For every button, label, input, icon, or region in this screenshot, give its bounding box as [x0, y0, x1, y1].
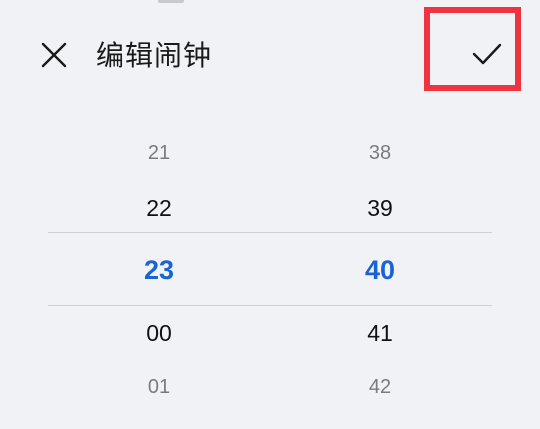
hour-option[interactable]: 22 — [99, 194, 219, 222]
hour-option-selected[interactable]: 23 — [99, 253, 219, 287]
checkmark-icon — [472, 43, 502, 65]
minute-option-selected[interactable]: 40 — [320, 253, 440, 287]
confirm-button[interactable] — [462, 32, 512, 76]
edit-alarm-screen: 编辑闹钟 21 22 23 00 01 38 39 40 41 42 — [0, 0, 540, 429]
status-bar-fragment — [158, 0, 184, 3]
hour-picker-column[interactable]: 21 22 23 00 01 — [99, 125, 219, 415]
page-title: 编辑闹钟 — [96, 39, 213, 72]
hour-option[interactable]: 01 — [99, 375, 219, 399]
close-button[interactable] — [32, 33, 76, 77]
minute-option[interactable]: 39 — [320, 194, 440, 222]
time-picker: 21 22 23 00 01 38 39 40 41 42 — [48, 125, 492, 415]
close-icon — [41, 42, 67, 68]
minute-option[interactable]: 38 — [320, 141, 440, 165]
minute-picker-column[interactable]: 38 39 40 41 42 — [320, 125, 440, 415]
hour-option[interactable]: 21 — [99, 141, 219, 165]
hour-option[interactable]: 00 — [99, 319, 219, 347]
minute-option[interactable]: 41 — [320, 319, 440, 347]
minute-option[interactable]: 42 — [320, 375, 440, 399]
